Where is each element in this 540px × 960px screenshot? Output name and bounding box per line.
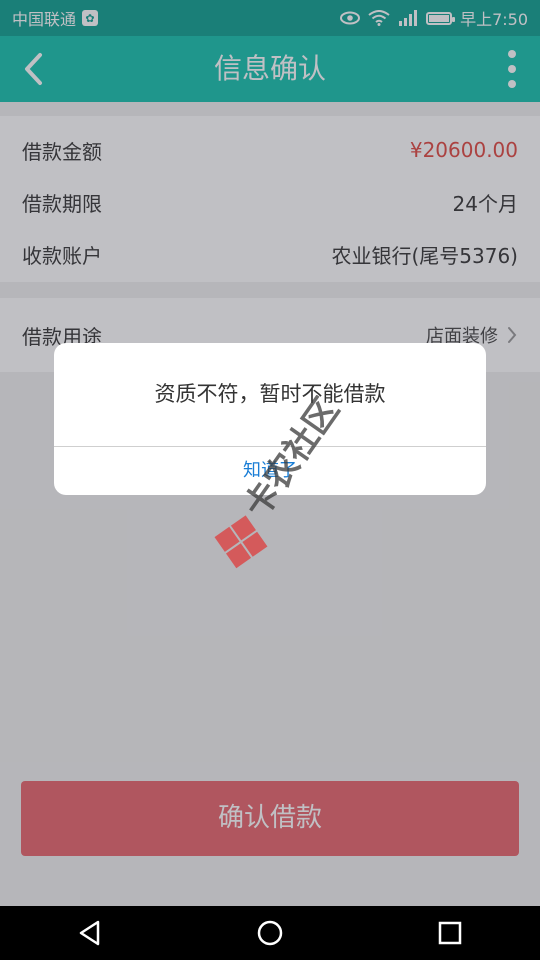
dialog-ok-button[interactable]: 知道了: [54, 447, 486, 495]
triangle-back-icon: [79, 920, 100, 946]
nav-home-button[interactable]: [250, 913, 290, 953]
loan-confirm-screen: 中国联通 ✿ 早上7:50 信息确认 借款金额 ¥20600.00 借款期限 2…: [0, 0, 540, 960]
nav-recents-button[interactable]: [430, 913, 470, 953]
dialog-message: 资质不符，暂时不能借款: [154, 382, 386, 406]
square-recents-icon: [438, 921, 462, 945]
nav-back-button[interactable]: [70, 913, 110, 953]
circle-home-icon: [257, 920, 283, 946]
alert-dialog: 资质不符，暂时不能借款 知道了: [54, 343, 486, 495]
system-nav-bar: [0, 906, 540, 960]
